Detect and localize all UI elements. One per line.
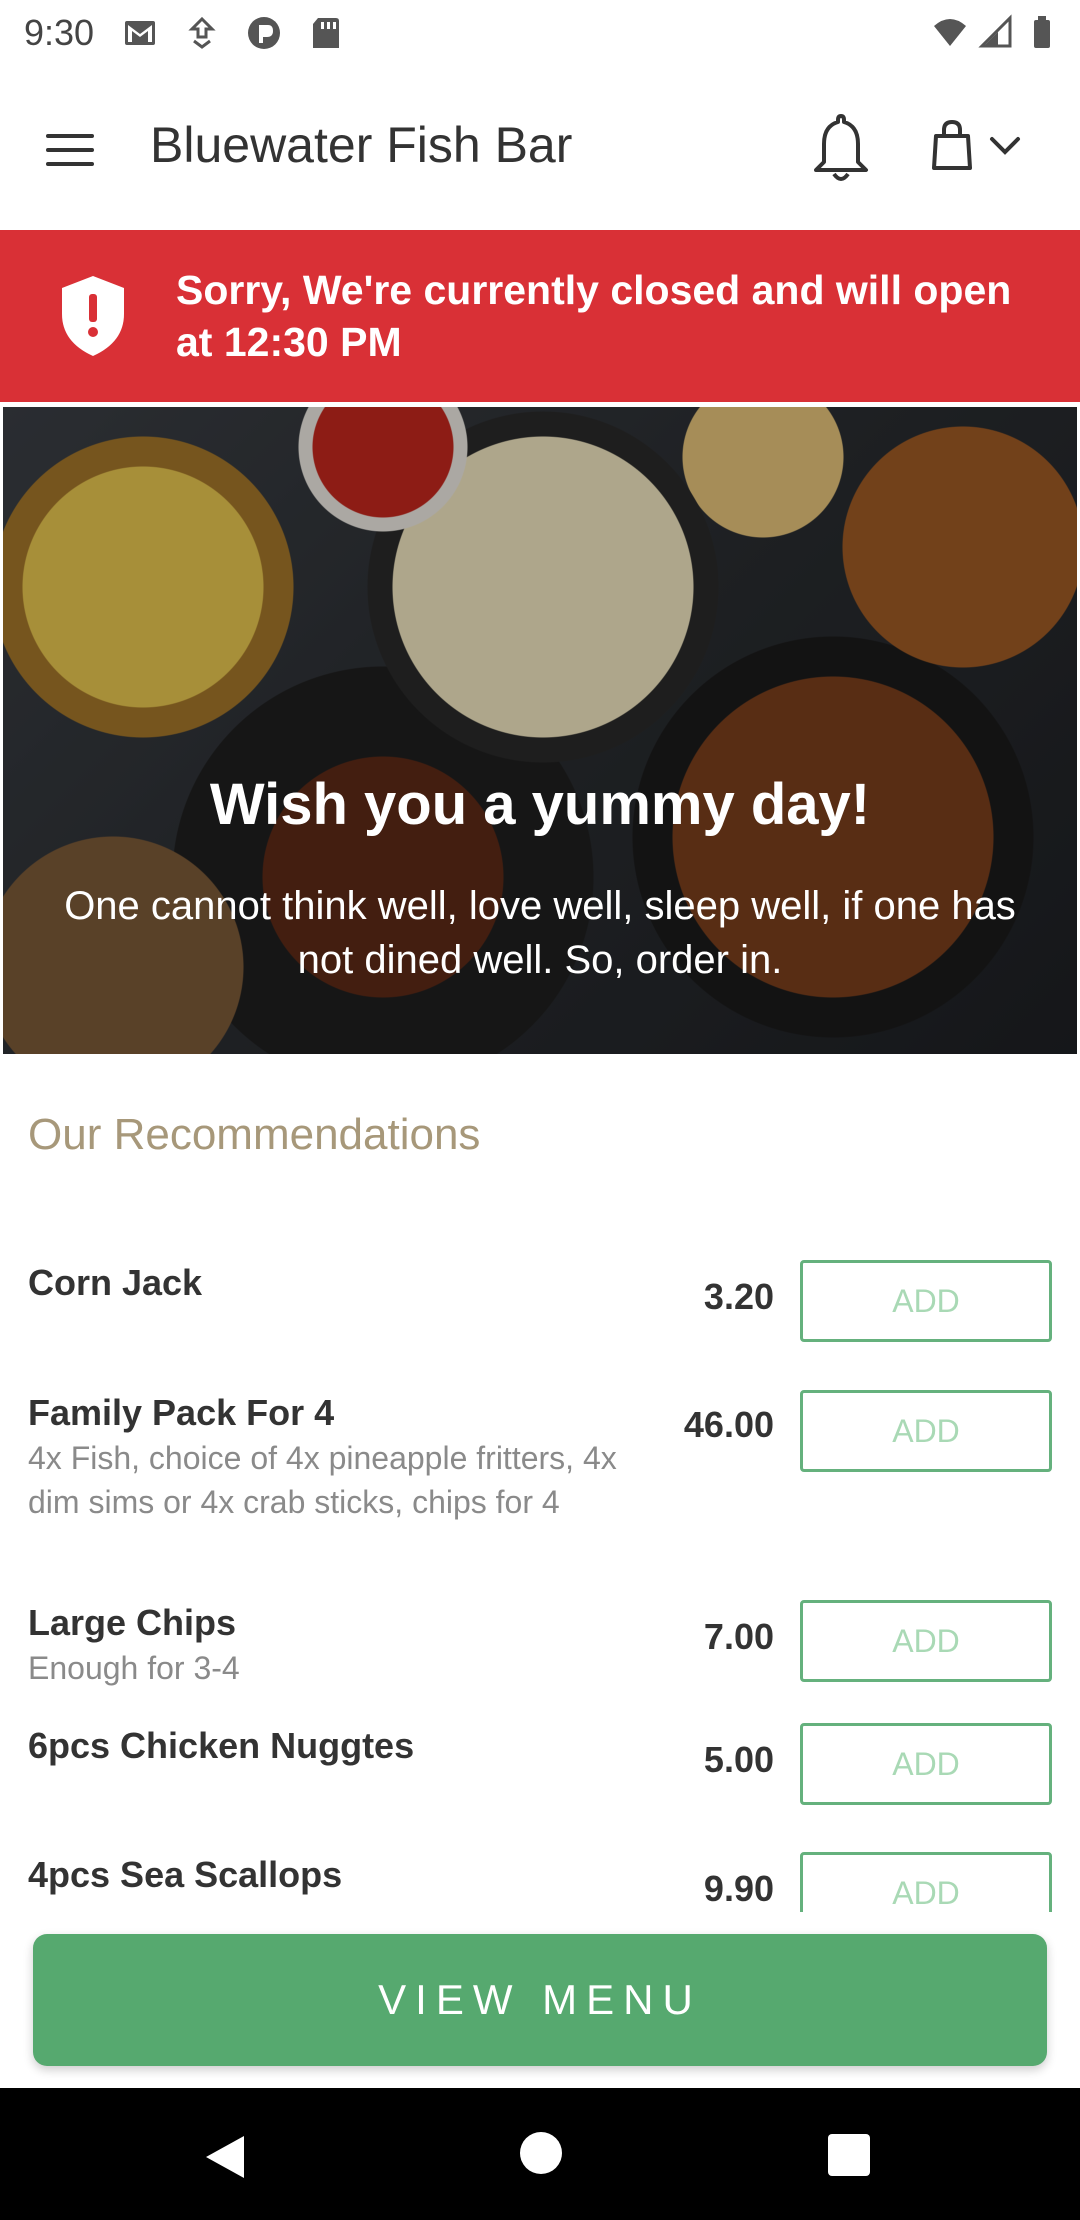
item-price: 9.90: [703, 1868, 774, 1909]
menu-icon[interactable]: [42, 122, 98, 178]
item-price: 7.00: [703, 1616, 774, 1657]
hero-banner: Wish you a yummy day! One cannot think w…: [3, 407, 1077, 1054]
closed-banner: Sorry, We're currently closed and will o…: [0, 230, 1080, 402]
chevron-down-icon: [990, 137, 1020, 155]
sd-card-icon: [313, 18, 340, 48]
item-price: 5.00: [703, 1739, 774, 1780]
list-item: Family Pack For 4 4x Fish, choice of 4x …: [0, 1378, 1080, 1578]
home-icon[interactable]: [520, 2132, 562, 2174]
item-description: 4x Fish, choice of 4x pineapple fritters…: [28, 1440, 617, 1520]
status-bar: 9:30: [0, 0, 1080, 66]
status-time: 9:30: [24, 12, 95, 53]
hero-title: Wish you a yummy day!: [209, 772, 871, 837]
item-name: Family Pack For 4: [28, 1392, 335, 1433]
wifi-icon: [934, 19, 966, 46]
add-button[interactable]: ADD: [800, 1600, 1052, 1682]
add-button[interactable]: ADD: [800, 1390, 1052, 1472]
page-title: Bluewater Fish Bar: [150, 117, 573, 173]
closed-message: Sorry, We're currently closed and will o…: [176, 267, 1012, 365]
shield-alert-icon: [62, 276, 124, 356]
battery-icon: [1034, 16, 1050, 48]
add-button[interactable]: ADD: [800, 1852, 1052, 1912]
hero-subtitle: One cannot think well, love well, sleep …: [64, 884, 1016, 982]
item-price: 46.00: [683, 1404, 774, 1445]
list-item: 4pcs Sea Scallops 9.90 ADD: [0, 1840, 1080, 1912]
gmail-icon: [125, 21, 156, 45]
list-item: Large Chips Enough for 3-4 7.00 ADD: [0, 1588, 1080, 1698]
app-bar: Bluewater Fish Bar: [0, 66, 1080, 230]
status-icons-right: [932, 14, 1060, 50]
recommendations-heading: Our Recommendations: [28, 1110, 481, 1159]
recents-icon[interactable]: [828, 2134, 870, 2176]
item-name: Corn Jack: [28, 1262, 203, 1303]
shopping-bag-icon: [932, 120, 972, 170]
item-description: Enough for 3-4: [28, 1650, 240, 1686]
item-name: 6pcs Chicken Nuggtes: [28, 1725, 415, 1766]
item-name: 4pcs Sea Scallops: [28, 1854, 343, 1895]
view-menu-button[interactable]: VIEW MENU: [33, 1934, 1047, 2066]
list-item: 6pcs Chicken Nuggtes 5.00 ADD: [0, 1711, 1080, 1821]
cart-button[interactable]: [930, 114, 1050, 178]
system-nav-bar: [0, 2088, 1080, 2220]
list-item: Corn Jack 3.20 ADD: [0, 1248, 1080, 1368]
pocket-icon: [248, 17, 281, 49]
add-button[interactable]: ADD: [800, 1723, 1052, 1805]
item-name: Large Chips: [28, 1602, 237, 1643]
add-button[interactable]: ADD: [800, 1260, 1052, 1342]
signal-icon: [978, 14, 1012, 48]
download-icon: [188, 16, 216, 49]
status-icons-left: [122, 15, 344, 51]
back-icon[interactable]: [200, 2132, 250, 2182]
bell-icon[interactable]: [808, 112, 874, 186]
item-price: 3.20: [703, 1276, 774, 1317]
